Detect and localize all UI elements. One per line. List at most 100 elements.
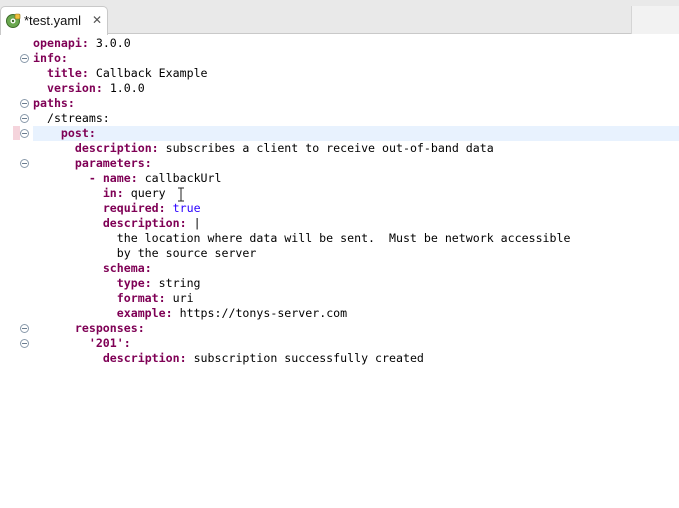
code-line[interactable]: required: true: [33, 201, 201, 216]
code-line[interactable]: paths:: [33, 96, 75, 111]
tab-test-yaml[interactable]: *test.yaml ✕: [0, 6, 108, 35]
yaml-editor[interactable]: openapi: 3.0.0 info: title: Callback Exam…: [0, 35, 679, 508]
fold-toggle-icon[interactable]: [20, 159, 29, 168]
yaml-key: openapi: [33, 36, 82, 50]
code-line[interactable]: schema:: [33, 261, 152, 276]
yaml-key: type: [116, 276, 145, 290]
yaml-colon: :: [60, 51, 68, 65]
code-line[interactable]: description: subscription successfully c…: [33, 351, 424, 366]
yaml-colon: :: [81, 36, 96, 50]
yaml-value: https://tonys-server.com: [179, 306, 348, 320]
code-line[interactable]: in: query: [33, 186, 166, 201]
code-line[interactable]: responses:: [33, 321, 145, 336]
yaml-value: uri: [172, 291, 194, 305]
yaml-colon: :: [144, 156, 152, 170]
yaml-key: parameters: [74, 156, 145, 170]
yaml-colon: :: [158, 291, 173, 305]
yaml-key: '201': [88, 336, 124, 350]
yaml-key: schema: [102, 261, 145, 275]
code-line[interactable]: openapi: 3.0.0: [33, 36, 131, 51]
yaml-colon: :: [123, 336, 131, 350]
code-line[interactable]: by the source server: [33, 246, 257, 261]
code-line[interactable]: type: string: [33, 276, 201, 291]
code-line[interactable]: post:: [33, 126, 96, 141]
yaml-colon: :: [95, 81, 110, 95]
change-marker: [13, 126, 20, 140]
close-icon[interactable]: ✕: [90, 12, 104, 28]
tab-label: *test.yaml: [24, 13, 82, 28]
fold-toggle-icon[interactable]: [20, 54, 29, 63]
code-line[interactable]: info:: [33, 51, 68, 66]
code-line[interactable]: title: Callback Example: [33, 66, 208, 81]
yaml-value: callbackUrl: [144, 171, 222, 185]
yaml-key: description: [74, 141, 152, 155]
yaml-value: subscribes a client to receive out-of-ba…: [165, 141, 494, 155]
code-line[interactable]: format: uri: [33, 291, 194, 306]
fold-toggle-icon[interactable]: [20, 129, 29, 138]
yaml-value: |: [193, 216, 201, 230]
yaml-value: /streams:: [46, 111, 110, 125]
yaml-key: responses: [74, 321, 138, 335]
yaml-key: info: [33, 51, 61, 65]
yaml-key: description: [102, 351, 180, 365]
code-line[interactable]: description: subscribes a client to rece…: [33, 141, 494, 156]
code-line[interactable]: version: 1.0.0: [33, 81, 145, 96]
yaml-key: example: [116, 306, 166, 320]
indent: -: [33, 171, 103, 185]
yaml-value: by the source server: [116, 246, 257, 260]
yaml-colon: :: [137, 321, 145, 335]
yaml-colon: :: [158, 201, 173, 215]
yaml-key: paths: [33, 96, 68, 110]
tab-bar-empty-area: [631, 6, 679, 34]
code-line[interactable]: example: https://tonys-server.com: [33, 306, 347, 321]
code-line[interactable]: description: |: [33, 216, 201, 231]
yaml-colon: :: [88, 126, 96, 140]
fold-toggle-icon[interactable]: [20, 324, 29, 333]
yaml-colon: :: [116, 186, 131, 200]
fold-toggle-icon[interactable]: [20, 114, 29, 123]
yaml-file-icon: [6, 13, 21, 28]
text-cursor-icon: [178, 187, 184, 202]
yaml-value: Callback Example: [95, 66, 208, 80]
yaml-value: true: [172, 201, 201, 215]
yaml-value: 1.0.0: [109, 81, 145, 95]
code-line[interactable]: parameters:: [33, 156, 152, 171]
yaml-colon: :: [130, 171, 145, 185]
fold-toggle-icon[interactable]: [20, 99, 29, 108]
code-line[interactable]: the location where data will be sent. Mu…: [33, 231, 571, 246]
yaml-key: format: [116, 291, 159, 305]
yaml-key: description: [102, 216, 180, 230]
code-line[interactable]: '201':: [33, 336, 131, 351]
yaml-value: string: [158, 276, 201, 290]
current-line-highlight: [33, 126, 679, 141]
yaml-colon: :: [179, 351, 194, 365]
yaml-value: subscription successfully created: [193, 351, 424, 365]
yaml-colon: :: [81, 66, 96, 80]
yaml-key: in: [102, 186, 117, 200]
yaml-key: version: [46, 81, 96, 95]
code-line[interactable]: - name: callbackUrl: [33, 171, 222, 186]
yaml-colon: :: [144, 261, 152, 275]
fold-toggle-icon[interactable]: [20, 339, 29, 348]
code-line[interactable]: /streams:: [33, 111, 110, 126]
editor-tab-bar: *test.yaml ✕: [0, 0, 679, 35]
yaml-key: required: [102, 201, 159, 215]
yaml-colon: :: [144, 276, 159, 290]
yaml-value: the location where data will be sent. Mu…: [116, 231, 571, 245]
